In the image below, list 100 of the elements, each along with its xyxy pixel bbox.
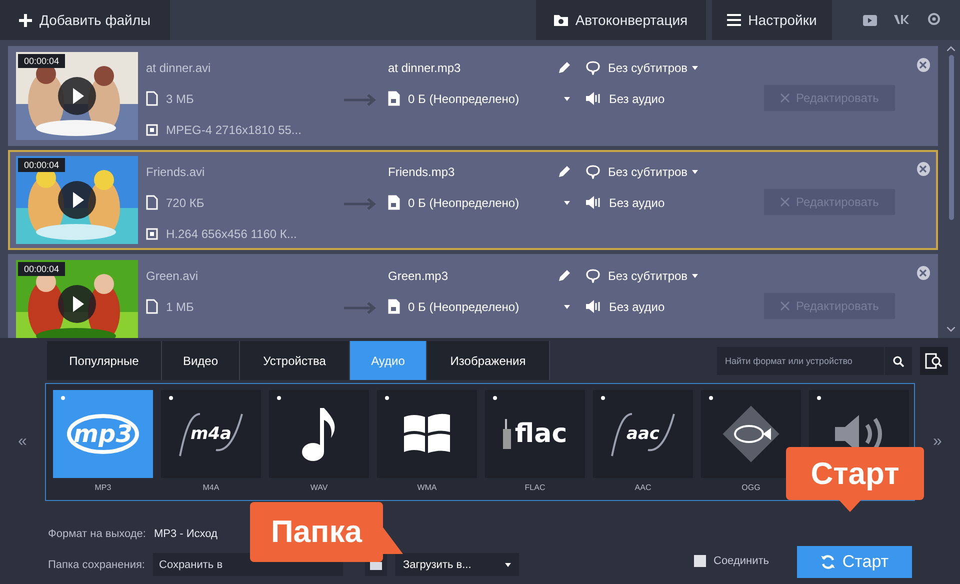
- close-icon: [919, 61, 928, 69]
- format-label: M4A: [202, 483, 220, 492]
- speech-bubble-icon: [586, 164, 600, 178]
- callout-tooltip: Старт: [786, 447, 924, 513]
- file-icon: [146, 195, 158, 210]
- file-icon: [388, 299, 400, 314]
- format-tile[interactable]: flac: [485, 390, 585, 478]
- format-tab[interactable]: Устройства: [240, 341, 350, 380]
- play-icon[interactable]: [58, 285, 96, 323]
- scroll-up-icon[interactable]: [947, 46, 955, 51]
- output-size: 0 Б (Неопределено): [408, 196, 520, 210]
- cross-icon: [780, 93, 790, 103]
- add-files-button[interactable]: Добавить файлы: [0, 0, 170, 40]
- caret-icon: [692, 66, 698, 70]
- output-name: Green.mp3: [388, 268, 448, 282]
- menu-icon: [727, 14, 742, 26]
- scroll-down-icon[interactable]: [947, 327, 955, 332]
- refresh-icon: [820, 554, 836, 570]
- file-name: Friends.avi: [146, 164, 205, 178]
- folder-icon: [554, 14, 568, 26]
- pencil-icon[interactable]: [559, 62, 570, 73]
- pointer-tail: [382, 526, 404, 556]
- merge-checkbox[interactable]: [694, 554, 706, 566]
- output-format-value: MP3 - Исход: [154, 528, 218, 540]
- subtitles-dropdown[interactable]: Без субтитров: [608, 164, 698, 178]
- flac-logo: flac: [502, 419, 568, 449]
- arrow-icon: [344, 94, 378, 106]
- format-tab[interactable]: Изображения: [427, 341, 550, 380]
- audio-track[interactable]: Без аудио: [609, 300, 665, 314]
- file-icon: [388, 91, 400, 106]
- file-icon: [146, 91, 158, 106]
- file-icon: [388, 195, 400, 210]
- play-icon[interactable]: [58, 181, 96, 219]
- codec-info: H.264 656x456 1160 К...: [166, 226, 297, 240]
- duration-label: 00:00:04: [18, 54, 66, 68]
- folder-icon: [370, 560, 382, 570]
- close-icon: [919, 269, 928, 277]
- subtitles-dropdown[interactable]: Без субтитров: [608, 60, 698, 74]
- muted-speaker-icon: [586, 92, 601, 105]
- duration-label: 00:00:04: [18, 158, 66, 172]
- plus-icon: [19, 14, 32, 26]
- output-name: at dinner.mp3: [388, 60, 461, 74]
- search-field[interactable]: Найти формат или устройство: [717, 347, 884, 375]
- format-label: FLAC: [524, 483, 546, 492]
- format-tab[interactable]: Видео: [162, 341, 240, 380]
- output-size: 0 Б (Неопределено): [408, 92, 520, 106]
- speech-bubble-icon: [586, 268, 600, 282]
- caret-icon[interactable]: [564, 96, 570, 100]
- upload-dropdown[interactable]: Загрузить в...: [395, 553, 519, 576]
- arrow-icon: [344, 302, 378, 314]
- file-name: at dinner.avi: [146, 60, 211, 74]
- format-label: AAC: [634, 483, 652, 492]
- format-tile[interactable]: [269, 390, 369, 478]
- search-button[interactable]: [885, 347, 912, 375]
- previous-page-button[interactable]: «: [0, 432, 45, 452]
- device-search-icon: [925, 353, 943, 369]
- output-size: 0 Б (Неопределено): [408, 300, 520, 314]
- speech-bubble-icon: [586, 60, 600, 74]
- file-size: 720 КБ: [166, 196, 204, 210]
- pencil-icon[interactable]: [559, 270, 570, 281]
- format-tile[interactable]: [701, 390, 801, 478]
- caret-icon[interactable]: [564, 304, 570, 308]
- format-label: OGG: [742, 483, 760, 492]
- remove-button[interactable]: [916, 162, 930, 176]
- file-icon: [146, 299, 158, 314]
- video-frame-icon: [146, 228, 158, 240]
- cross-icon: [780, 301, 790, 311]
- format-tile[interactable]: [377, 390, 477, 478]
- file-size: 1 МБ: [166, 300, 194, 314]
- format-tile[interactable]: m4a: [161, 390, 261, 478]
- remove-button[interactable]: [916, 266, 930, 280]
- caret-icon: [692, 170, 698, 174]
- device-search-button[interactable]: [920, 347, 948, 375]
- caret-icon[interactable]: [564, 200, 570, 204]
- settings-button[interactable]: Настройки: [712, 0, 832, 40]
- format-tab[interactable]: Популярные: [47, 341, 162, 380]
- caret-icon: [505, 562, 511, 566]
- wave-logo: aac: [608, 406, 678, 462]
- file-size: 3 МБ: [166, 92, 194, 106]
- audio-track[interactable]: Без аудио: [609, 92, 665, 106]
- subtitles-dropdown[interactable]: Без субтитров: [608, 268, 698, 282]
- search-icon: [893, 356, 904, 366]
- pencil-icon[interactable]: [559, 166, 570, 177]
- format-tile[interactable]: aac: [593, 390, 693, 478]
- merge-label: Соединить: [714, 554, 769, 566]
- file-name: Green.avi: [146, 268, 198, 282]
- format-label: WAV: [310, 483, 328, 492]
- save-folder-label: Папка сохранения:: [48, 558, 145, 570]
- pointer-tail: [838, 499, 862, 513]
- autoconvert-button[interactable]: Автоконвертация: [536, 0, 706, 40]
- duration-label: 00:00:04: [18, 262, 66, 276]
- muted-speaker-icon: [586, 196, 601, 209]
- format-label: WMA: [417, 483, 437, 492]
- output-name: Friends.mp3: [388, 164, 455, 178]
- mp3-logo: mp3: [65, 412, 141, 456]
- play-icon[interactable]: [58, 77, 96, 115]
- remove-button[interactable]: [916, 58, 930, 72]
- callout-tooltip: Папка: [250, 502, 404, 562]
- audio-track[interactable]: Без аудио: [609, 196, 665, 210]
- wave-logo: m4a: [176, 406, 246, 462]
